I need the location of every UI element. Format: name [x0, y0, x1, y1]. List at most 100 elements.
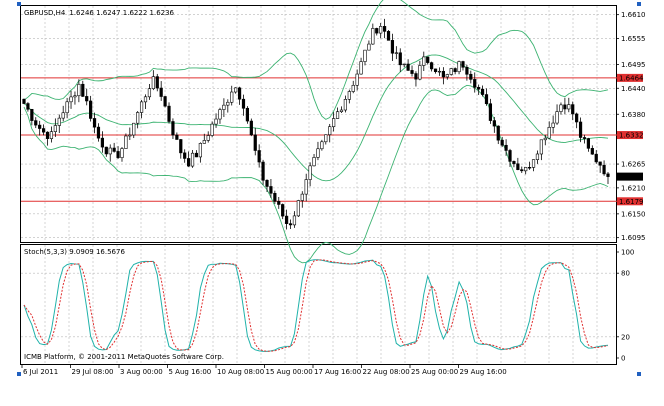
candle-body: [422, 56, 426, 66]
candle-body: [222, 104, 226, 110]
candle-body: [190, 152, 195, 167]
candle-body: [567, 104, 571, 110]
candle-body: [410, 70, 414, 74]
candle-body: [187, 158, 191, 167]
corner-marker: [637, 372, 641, 376]
stoch-label: 100: [621, 249, 634, 257]
candle-body: [390, 40, 395, 54]
candle-body: [116, 151, 120, 158]
candle-body: [85, 96, 89, 102]
candle-body: [22, 98, 26, 104]
candle-body: [183, 152, 187, 159]
candle-body: [445, 74, 449, 78]
time-axis: 6 Jul 2011 29 Jul 08:00 3 Aug 00:00 5 Aug 1…: [21, 364, 507, 376]
time-label: 29 Aug 16:00: [460, 368, 507, 376]
corner-marker: [637, 2, 641, 6]
candle-body: [418, 65, 422, 80]
candle-body: [441, 70, 445, 78]
candle-body: [547, 127, 551, 139]
candle-body: [606, 173, 610, 177]
candle-body: [281, 204, 285, 217]
candle-body: [563, 104, 567, 110]
candle-body: [578, 121, 583, 138]
candle-body: [57, 117, 61, 126]
candle-body: [261, 161, 265, 181]
candle-body: [300, 193, 304, 201]
candle-body: [316, 148, 320, 158]
candle-body: [480, 88, 485, 95]
candle-body: [34, 120, 38, 126]
candle-body: [520, 169, 524, 172]
candle-body: [449, 68, 453, 75]
price-label: 1.6210: [621, 184, 646, 192]
candle-body: [312, 157, 316, 167]
time-label: 3 Aug 00:00: [120, 368, 163, 376]
corner-marker: [17, 372, 21, 376]
candle-body: [249, 120, 253, 136]
candle-body: [108, 147, 112, 155]
candle-body: [528, 167, 532, 169]
time-label: 22 Aug 08:00: [363, 368, 410, 376]
candle-body: [179, 139, 183, 154]
candle-body: [49, 131, 54, 139]
level-price-label: 1.6332: [619, 132, 644, 140]
candle-body: [65, 101, 69, 114]
price-label: 1.6380: [621, 111, 646, 119]
candle-body: [351, 84, 355, 92]
candle-body: [128, 134, 132, 137]
candle-body: [363, 49, 367, 62]
candle-body: [461, 61, 465, 68]
main-plot-frame[interactable]: [20, 5, 617, 243]
chart-window[interactable]: 1.6610 1.6555 1.6495 1.6440 1.6380 1.6265 1.62…: [0, 0, 664, 406]
candle-body: [269, 186, 273, 194]
candle-body: [555, 111, 559, 124]
candle-body: [147, 88, 152, 98]
symbol-header: GBPUSD,H4 1.6246 1.6247 1.6222 1.6236: [24, 9, 175, 17]
candle-body: [551, 122, 555, 128]
candle-body: [500, 139, 504, 146]
candle-body: [488, 103, 493, 121]
candle-body: [41, 128, 46, 133]
candle-body: [379, 26, 383, 34]
candle-body: [335, 111, 340, 119]
candle-body: [559, 104, 563, 112]
level-price-label: 1.6464: [619, 74, 644, 82]
candle-body: [218, 109, 222, 120]
candle-body: [104, 146, 108, 155]
candle-body: [288, 223, 293, 226]
candle-body: [155, 76, 159, 89]
candle-body: [136, 112, 140, 124]
stoch-label: 0: [621, 355, 625, 363]
candle-body: [324, 134, 328, 143]
candle-body: [359, 61, 363, 75]
candle-body: [371, 28, 375, 45]
candle-body: [112, 147, 116, 152]
stoch-plot-frame[interactable]: [20, 244, 617, 365]
candle-body: [508, 150, 512, 162]
candle-body: [202, 140, 206, 144]
candle-body: [437, 70, 442, 73]
current-price-label: 1.6236: [619, 173, 644, 181]
candle-body: [535, 153, 540, 160]
candle-body: [465, 66, 469, 75]
candle-body: [367, 43, 371, 51]
candle-body: [175, 134, 179, 140]
candle-body: [375, 28, 379, 34]
candle-body: [539, 139, 543, 155]
candle-body: [355, 73, 359, 86]
candle-body: [492, 120, 496, 127]
stoch-axis: 100 80 20 0: [616, 249, 634, 363]
candle-body: [469, 73, 473, 80]
candle-body: [210, 123, 214, 136]
time-label: 25 Aug 00:00: [411, 368, 458, 376]
candle-body: [96, 126, 101, 139]
candle-body: [257, 150, 261, 163]
candle-body: [339, 109, 344, 113]
price-label: 1.6095: [621, 234, 646, 242]
candle-body: [304, 179, 308, 195]
candle-body: [531, 159, 536, 168]
candle-body: [296, 200, 300, 217]
candle-body: [206, 135, 210, 141]
candle-body: [516, 163, 520, 170]
candle-body: [524, 167, 528, 172]
